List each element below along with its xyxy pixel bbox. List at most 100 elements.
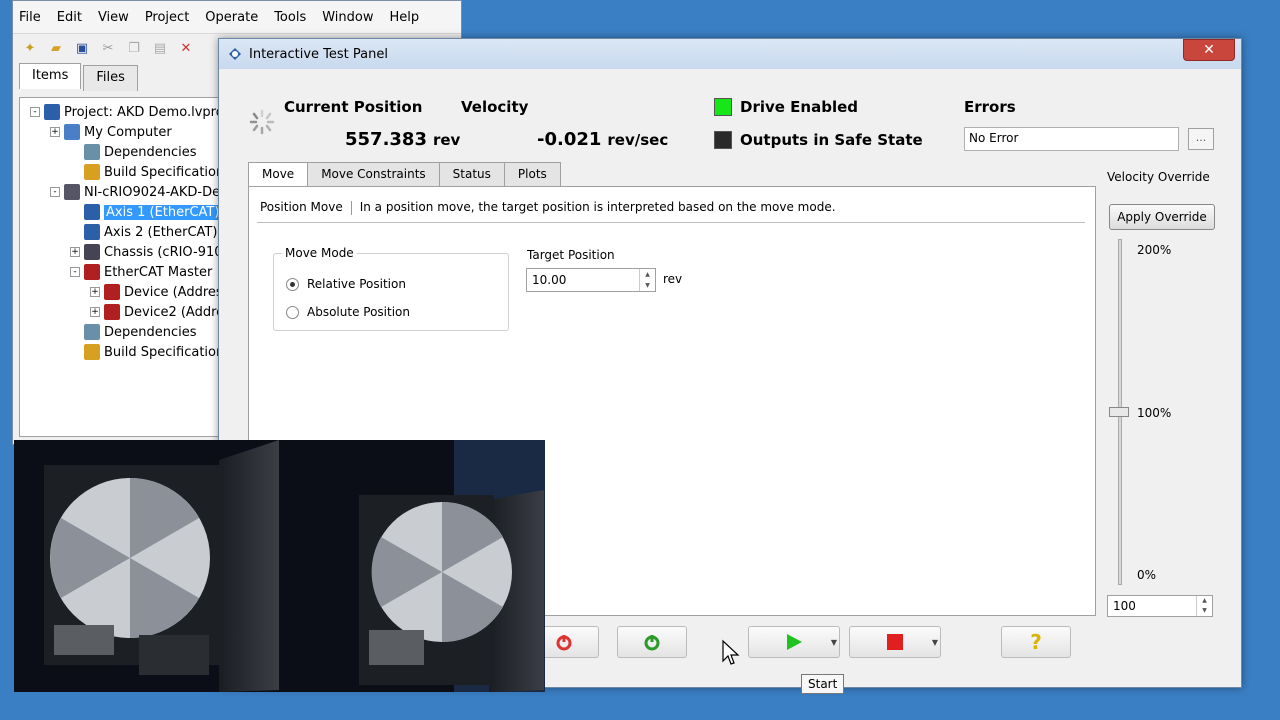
menu-operate[interactable]: Operate [205,10,258,25]
stop-button[interactable]: ▼ [849,626,941,658]
tree-node-icon [64,124,80,140]
collapse-icon[interactable]: - [50,187,60,197]
tree-node-icon [84,324,100,340]
menu-view[interactable]: View [98,10,129,25]
velocity-readout: -0.021 rev/sec [537,129,668,150]
relative-position-label: Relative Position [307,277,406,291]
move-mode-group: Move Mode Relative Position Absolute Pos… [273,246,509,331]
mouse-cursor-icon [722,639,740,665]
menu-project[interactable]: Project [145,10,189,25]
start-dropdown-icon[interactable]: ▼ [831,638,837,647]
menu-edit[interactable]: Edit [57,10,82,25]
tree-node-icon [84,264,100,280]
divider [257,222,1085,223]
delete-icon[interactable]: ✕ [177,41,195,57]
move-mode-description: Position Move In a position move, the tar… [260,200,836,215]
absolute-position-label: Absolute Position [307,305,410,319]
velocity-override-label: Velocity Override [1107,170,1210,184]
tree-node-icon [84,204,100,220]
current-position-value: 557.383 [345,129,427,150]
velocity-label: Velocity [461,98,529,116]
play-icon [787,634,802,650]
menu-help[interactable]: Help [389,10,419,25]
tab-move[interactable]: Move [248,162,309,188]
copy-icon[interactable]: ❐ [125,41,143,57]
velocity-override-input[interactable]: 100 ▲ ▼ [1107,595,1213,617]
start-tooltip: Start [801,674,845,694]
servo-motors-photo [14,440,545,692]
absolute-position-radio[interactable] [286,305,299,319]
motion-app-icon [229,48,241,60]
tab-files[interactable]: Files [83,65,138,91]
save-all-icon[interactable]: ▣ [73,41,91,57]
menu-window[interactable]: Window [322,10,373,25]
tree-item-label: Axis 1 (EtherCAT) [104,204,222,220]
relative-position-option[interactable]: Relative Position [286,277,406,291]
tree-item-label: Dependencies [104,144,197,160]
power-off-icon [556,635,572,651]
menu-file[interactable]: File [19,10,41,25]
target-position-input[interactable]: 10.00 ▲ ▼ [526,268,656,292]
target-position-unit: rev [663,272,683,286]
tree-item-label: Build Specifications [104,344,232,360]
tree-item-label: Build Specifications [104,164,232,180]
velocity-override-spinner[interactable]: ▲ ▼ [1196,596,1212,616]
tree-node-icon [84,144,100,160]
target-position-label: Target Position [527,248,615,262]
stop-icon [887,634,903,650]
expand-icon[interactable]: + [90,287,100,297]
power-on-icon [644,635,660,651]
expand-icon[interactable]: + [90,307,100,317]
errors-label: Errors [964,98,1016,116]
relative-position-radio[interactable] [286,277,299,291]
error-details-button[interactable]: ... [1188,128,1214,150]
tree-node-icon [64,184,80,200]
absolute-position-option[interactable]: Absolute Position [286,305,410,319]
window-title: Interactive Test Panel [249,46,388,62]
collapse-icon[interactable]: - [30,107,40,117]
help-button[interactable]: ? [1001,626,1071,658]
explorer-tabs: Items Files [19,63,140,91]
close-button[interactable]: ✕ [1183,39,1235,61]
tab-status[interactable]: Status [438,162,505,186]
power-on-button[interactable] [617,626,687,658]
paste-icon[interactable]: ▤ [151,41,169,57]
velocity-override-thumb[interactable] [1109,407,1129,417]
current-position-readout: 557.383 rev [345,129,460,150]
current-position-label: Current Position [284,98,423,116]
tab-move-constraints[interactable]: Move Constraints [307,162,440,186]
busy-spinner-icon [249,109,275,135]
tree-item-label: Project: AKD Demo.lvproj [64,104,228,120]
new-file-icon[interactable]: ✦ [21,41,39,57]
errors-field[interactable]: No Error [964,127,1179,151]
move-mode-name: Position Move [260,200,343,214]
tree-node-icon [84,244,100,260]
title-bar: Interactive Test Panel [219,39,1241,69]
cut-icon[interactable]: ✂ [99,41,117,57]
tree-item-label: My Computer [84,124,172,140]
open-folder-icon[interactable]: ▰ [47,41,65,57]
tree-node-icon [104,304,120,320]
collapse-icon[interactable]: - [70,267,80,277]
apply-override-button[interactable]: Apply Override [1109,204,1215,230]
tab-items[interactable]: Items [19,63,82,89]
move-mode-title: Move Mode [282,246,357,260]
velocity-value: -0.021 [537,129,602,150]
expand-icon[interactable]: + [70,247,80,257]
menu-tools[interactable]: Tools [274,10,306,25]
start-button[interactable]: ▼ [748,626,840,658]
tree-node-icon [44,104,60,120]
drive-enabled-label: Drive Enabled [740,98,859,116]
tab-plots[interactable]: Plots [503,162,561,186]
velocity-override-value: 100 [1113,599,1136,613]
tree-item-label: Axis 2 (EtherCAT) [104,224,218,240]
stop-dropdown-icon[interactable]: ▼ [932,638,938,647]
move-mode-text: In a position move, the target position … [359,200,836,214]
help-icon: ? [1030,630,1042,654]
tick-200: 200% [1137,243,1172,257]
tree-node-icon [104,284,120,300]
expand-icon[interactable]: + [50,127,60,137]
safe-state-led [714,131,732,149]
target-position-spinner[interactable]: ▲ ▼ [639,269,655,291]
target-position-value: 10.00 [532,273,567,287]
